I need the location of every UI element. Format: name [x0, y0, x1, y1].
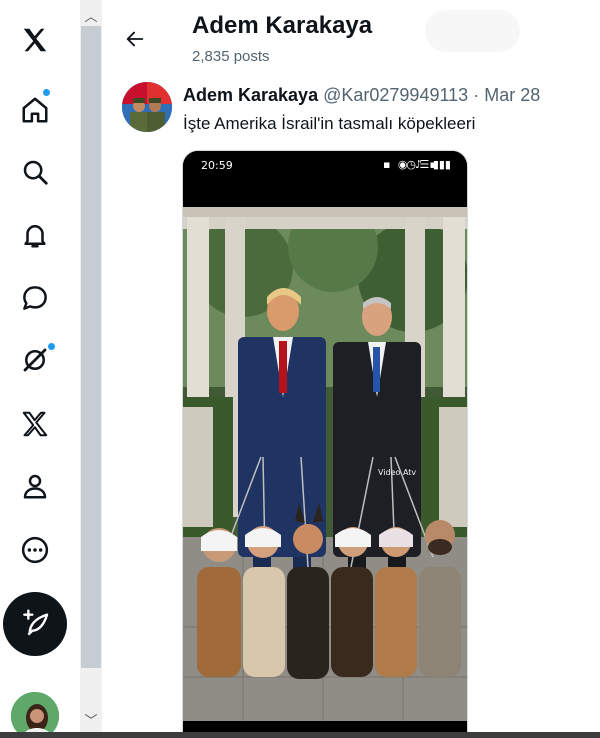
more-icon[interactable] — [11, 526, 59, 574]
x-premium-icon[interactable] — [11, 400, 59, 448]
author-avatar[interactable] — [122, 82, 172, 132]
account-avatar[interactable] — [9, 690, 61, 738]
profile-header-title: Adem Karakaya — [192, 12, 373, 39]
author-handle[interactable]: @Kar0279949113 — [323, 85, 468, 105]
profile-icon[interactable] — [11, 462, 59, 510]
home-notification-dot — [42, 88, 51, 97]
phone-status-bar: 20:59 ▪ ◉ ♪ ▪ • ◷ ☰ ▮▮▮ — [183, 151, 467, 207]
left-nav — [0, 0, 80, 738]
battery-icon: ◷ ☰ ▮▮▮ — [406, 158, 451, 171]
search-icon[interactable] — [11, 148, 59, 196]
author-name[interactable]: Adem Karakaya — [183, 85, 318, 105]
media-watermark: Video Atv — [378, 468, 416, 477]
tweet-media-image[interactable]: 20:59 ▪ ◉ ♪ ▪ • ◷ ☰ ▮▮▮ Video Atv — [182, 150, 468, 738]
messages-icon[interactable] — [11, 274, 59, 322]
home-icon[interactable] — [11, 86, 59, 134]
photo-scene: Video Atv — [183, 207, 467, 721]
notifications-icon[interactable] — [11, 211, 59, 259]
scrollbar-thumb[interactable] — [81, 26, 101, 668]
back-arrow-icon[interactable] — [120, 24, 150, 54]
compose-icon — [23, 609, 49, 636]
compose-button[interactable] — [3, 592, 67, 656]
scroll-up-arrow-icon[interactable]: ︿ — [80, 4, 102, 26]
grok-notification-dot — [47, 342, 56, 351]
window-bottom-edge — [0, 732, 600, 738]
grok-icon[interactable] — [11, 336, 59, 384]
tweet-text: İşte Amerika İsrail'in tasmalı köpekleer… — [183, 114, 476, 133]
x-logo-icon[interactable] — [11, 16, 59, 64]
tweet-author-row: Adem Karakaya @Kar0279949113 · Mar 28 — [183, 85, 540, 106]
tweet-time[interactable]: Mar 28 — [484, 85, 540, 105]
header-button-placeholder — [425, 10, 520, 52]
post-count: 2,835 posts — [192, 48, 270, 65]
separator-dot: · — [473, 85, 480, 105]
scrollbar[interactable]: ︿ ﹀ — [80, 0, 102, 738]
scroll-down-arrow-icon[interactable]: ﹀ — [80, 708, 102, 730]
status-time: 20:59 — [201, 159, 233, 172]
